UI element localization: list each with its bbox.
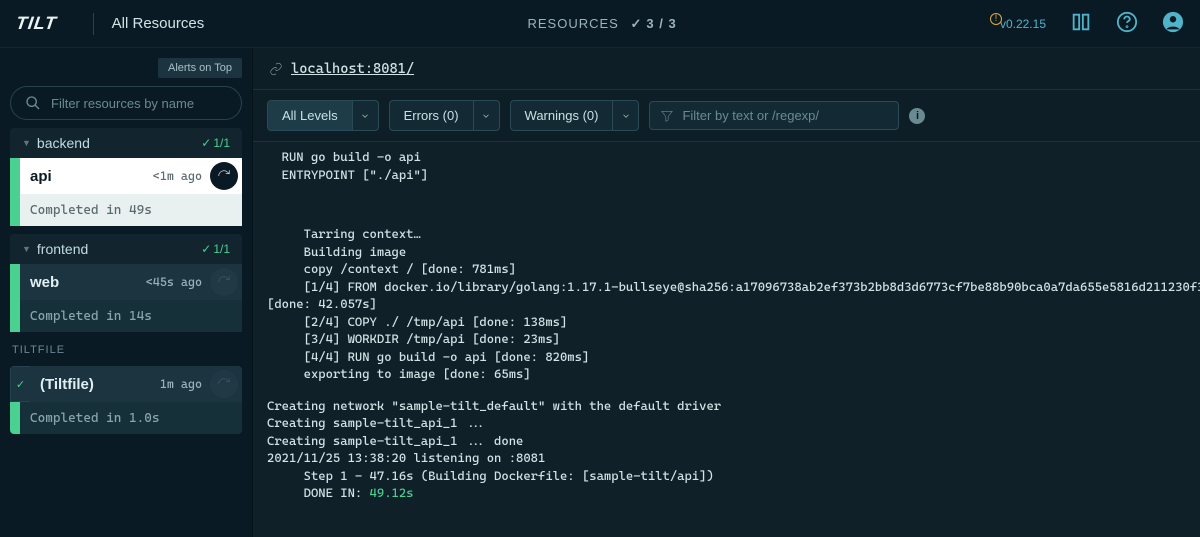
resource-group-backend: ▼ backend 1/1 api <1m ago Completed in 4… (10, 128, 242, 226)
status-indicator (10, 264, 20, 300)
group-name: frontend (37, 241, 201, 257)
resource-name: (Tiltfile) (30, 376, 160, 393)
resource-status-text: Completed in 14s (20, 309, 152, 324)
log-line: Tarring context… (267, 225, 1200, 243)
log-line (267, 383, 1200, 397)
trigger-button (210, 268, 238, 296)
resource-item-tiltfile[interactable]: ✓ (Tiltfile) 1m ago Completed in 1.0s (10, 366, 242, 434)
resources-label: RESOURCES (527, 16, 618, 31)
detail-pane: localhost:8081/ All Levels Errors (0) Wa… (252, 48, 1200, 537)
chevron-down-icon[interactable] (352, 101, 378, 130)
log-line: [done: 42.057s] (267, 295, 1200, 313)
help-icon[interactable] (1116, 11, 1138, 36)
log-line: Creating sample-tilt_api_1 ... done (267, 432, 1200, 450)
status-indicator (10, 158, 20, 194)
log-line: [3/4] WORKDIR /tmp/api [done: 23ms] (267, 330, 1200, 348)
search-icon (25, 95, 41, 111)
log-line: [2/4] COPY ./ /tmp/api [done: 138ms] (267, 313, 1200, 331)
info-icon[interactable]: i (909, 108, 925, 124)
log-toolbar: All Levels Errors (0) Warnings (0) i A |… (253, 90, 1200, 142)
log-line: copy /context / [done: 781ms] (267, 260, 1200, 278)
resource-time: <45s ago (146, 275, 210, 289)
log-text-filter[interactable] (649, 101, 899, 130)
resource-name: api (20, 168, 153, 185)
group-name: backend (37, 135, 201, 151)
log-output[interactable]: RUN go build -o api ENTRYPOINT ["./api"]… (253, 142, 1200, 537)
status-indicator (10, 300, 20, 332)
status-indicator (10, 402, 20, 434)
resource-time: <1m ago (153, 169, 210, 183)
log-line: exporting to image [done: 65ms] (267, 365, 1200, 383)
divider (93, 13, 94, 35)
resource-name: web (20, 274, 146, 291)
snapshot-icon[interactable] (1070, 11, 1092, 36)
account-icon[interactable] (1162, 11, 1184, 36)
endpoint-link[interactable]: localhost:8081/ (291, 61, 414, 77)
log-line: [1/4] FROM docker.io/library/golang:1.17… (267, 278, 1200, 296)
resource-item-api[interactable]: api <1m ago Completed in 49s (10, 158, 242, 226)
log-line (267, 197, 1200, 211)
tilt-logo: TILT (15, 13, 59, 34)
log-filter-input[interactable] (682, 108, 888, 123)
resource-status-text: Completed in 49s (20, 203, 152, 218)
resource-group-frontend: ▼ frontend 1/1 web <45s ago Completed in… (10, 234, 242, 332)
resource-status-text: Completed in 1.0s (20, 411, 160, 426)
filter-icon (660, 109, 674, 123)
resource-filter[interactable] (10, 86, 242, 120)
level-filter-warnings[interactable]: Warnings (0) (510, 100, 640, 131)
level-filter-errors[interactable]: Errors (0) (389, 100, 500, 131)
link-icon (269, 62, 283, 76)
log-line: Building image (267, 243, 1200, 261)
group-count: 1/1 (201, 136, 230, 150)
resource-status-summary: RESOURCES 3 / 3 (204, 16, 1000, 32)
resource-filter-input[interactable] (51, 96, 227, 111)
log-line (267, 211, 1200, 225)
log-line (267, 183, 1200, 197)
log-line: Creating network "sample-tilt_default" w… (267, 397, 1200, 415)
log-line: ENTRYPOINT ["./api"] (267, 166, 1200, 184)
group-count: 1/1 (201, 242, 230, 256)
trigger-button (210, 370, 238, 398)
chevron-down-icon[interactable] (612, 101, 638, 130)
status-indicator (10, 194, 20, 226)
log-line: 2021/11/25 13:38:20 listening on :8081 (267, 449, 1200, 467)
tiltfile-section-label: TILTFILE (10, 340, 242, 358)
group-header-frontend[interactable]: ▼ frontend 1/1 (10, 234, 242, 264)
resource-time: 1m ago (160, 377, 210, 391)
endpoint-bar: localhost:8081/ (253, 48, 1200, 90)
log-line: Step 1 - 47.16s (Building Dockerfile: [s… (267, 467, 1200, 485)
resource-item-web[interactable]: web <45s ago Completed in 14s (10, 264, 242, 332)
chevron-down-icon[interactable] (473, 101, 499, 130)
log-line: [4/4] RUN go build -o api [done: 820ms] (267, 348, 1200, 366)
level-all-label[interactable]: All Levels (268, 101, 352, 130)
chevron-down-icon: ▼ (22, 244, 31, 254)
sidebar: Alerts on Top ▼ backend 1/1 api <1m ago (0, 48, 252, 537)
level-filter-all[interactable]: All Levels (267, 100, 379, 131)
level-errors-label[interactable]: Errors (0) (390, 101, 473, 130)
log-line-done: DONE IN: 49.12s (267, 484, 1200, 502)
log-line: RUN go build -o api (267, 148, 1200, 166)
status-check-icon: ✓ (10, 366, 30, 402)
page-title: All Resources (112, 15, 205, 32)
resources-count: 3 / 3 (630, 16, 676, 31)
level-warnings-label[interactable]: Warnings (0) (511, 101, 613, 130)
topbar: TILT All Resources RESOURCES 3 / 3 v0.22… (0, 0, 1200, 48)
trigger-button[interactable] (210, 162, 238, 190)
chevron-down-icon: ▼ (22, 138, 31, 148)
alerts-on-top-toggle[interactable]: Alerts on Top (158, 58, 242, 78)
version-badge[interactable]: v0.22.15 (1000, 17, 1046, 31)
log-line: Creating sample-tilt_api_1 ... (267, 414, 1200, 432)
group-header-backend[interactable]: ▼ backend 1/1 (10, 128, 242, 158)
